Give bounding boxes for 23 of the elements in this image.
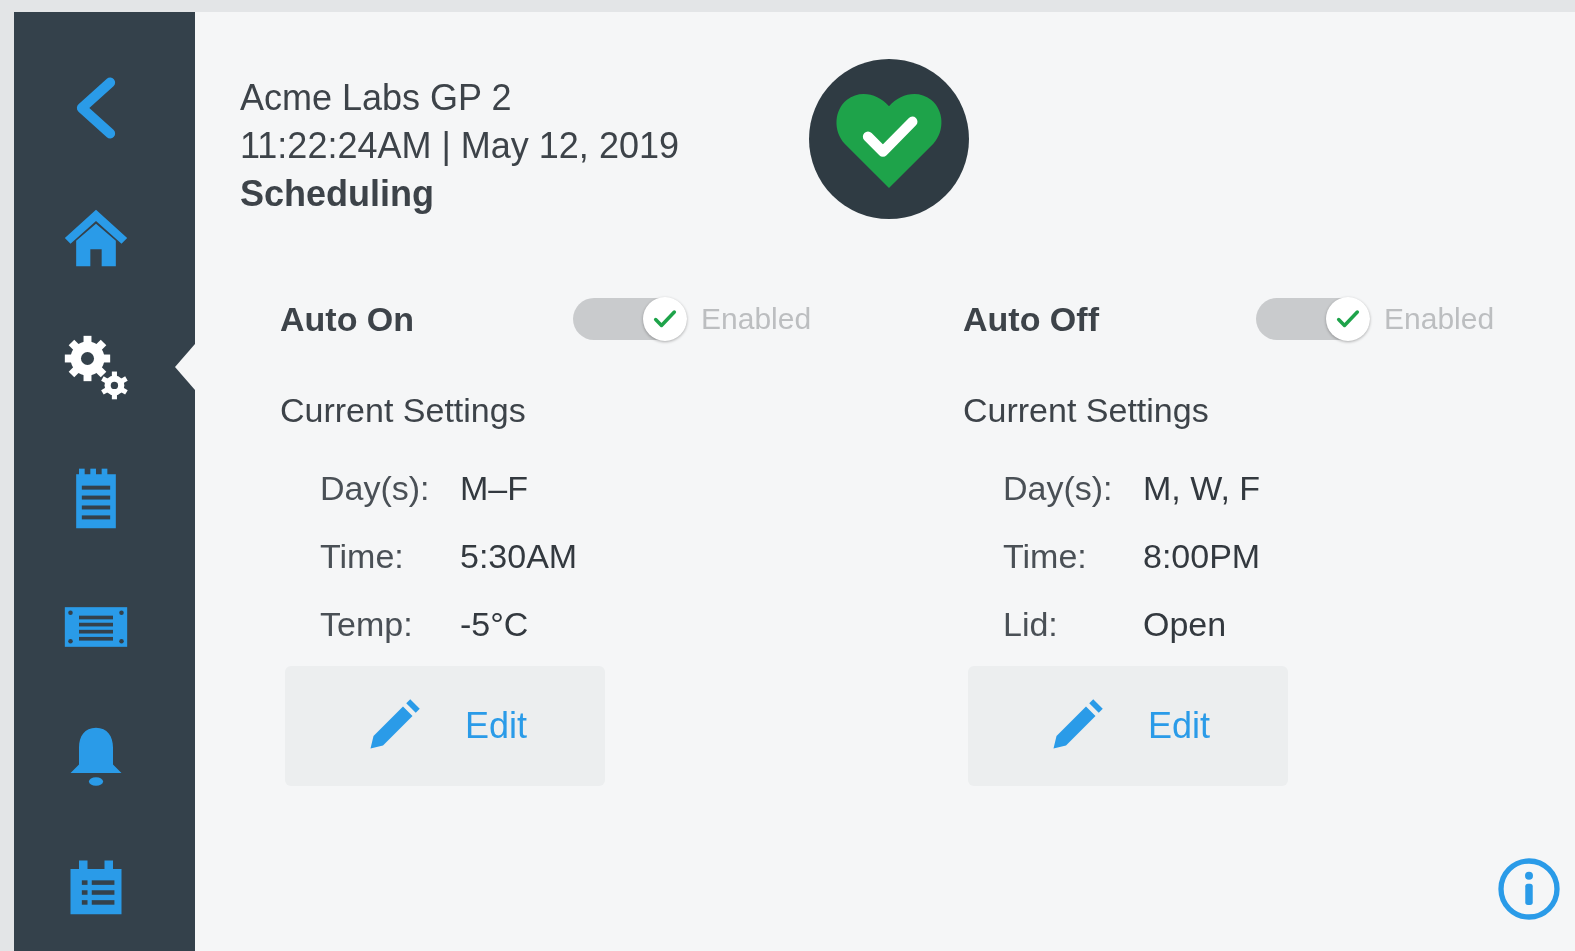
schedule-title: Auto Off	[963, 299, 1100, 339]
setting-label: Time:	[1003, 536, 1088, 576]
settings-heading: Current Settings	[963, 391, 1210, 430]
setting-value: M, W, F	[1143, 468, 1261, 508]
setting-label: Day(s):	[320, 468, 431, 508]
toggle-label: Enabled	[701, 302, 812, 336]
toggle-label: Enabled	[1384, 302, 1495, 336]
edit-button[interactable]: Edit	[968, 666, 1288, 786]
settings-heading: Current Settings	[280, 391, 527, 430]
setting-value: 5:30AM	[460, 536, 578, 576]
setting-label: Time:	[320, 536, 405, 576]
setting-value: 8:00PM	[1143, 536, 1261, 576]
setting-label: Day(s):	[1003, 468, 1114, 508]
setting-value: Open	[1143, 604, 1227, 644]
schedule-title: Auto On	[280, 299, 416, 339]
setting-label: Temp:	[320, 604, 414, 644]
setting-label: Lid:	[1003, 604, 1059, 644]
setting-value: -5°C	[460, 604, 529, 644]
setting-value: M–F	[460, 468, 528, 508]
date-time: 11:22:24AM | May 12, 2019	[240, 124, 679, 168]
edit-button[interactable]: Edit	[285, 666, 605, 786]
device-name: Acme Labs GP 2	[240, 76, 513, 120]
section-title: Scheduling	[240, 172, 435, 216]
